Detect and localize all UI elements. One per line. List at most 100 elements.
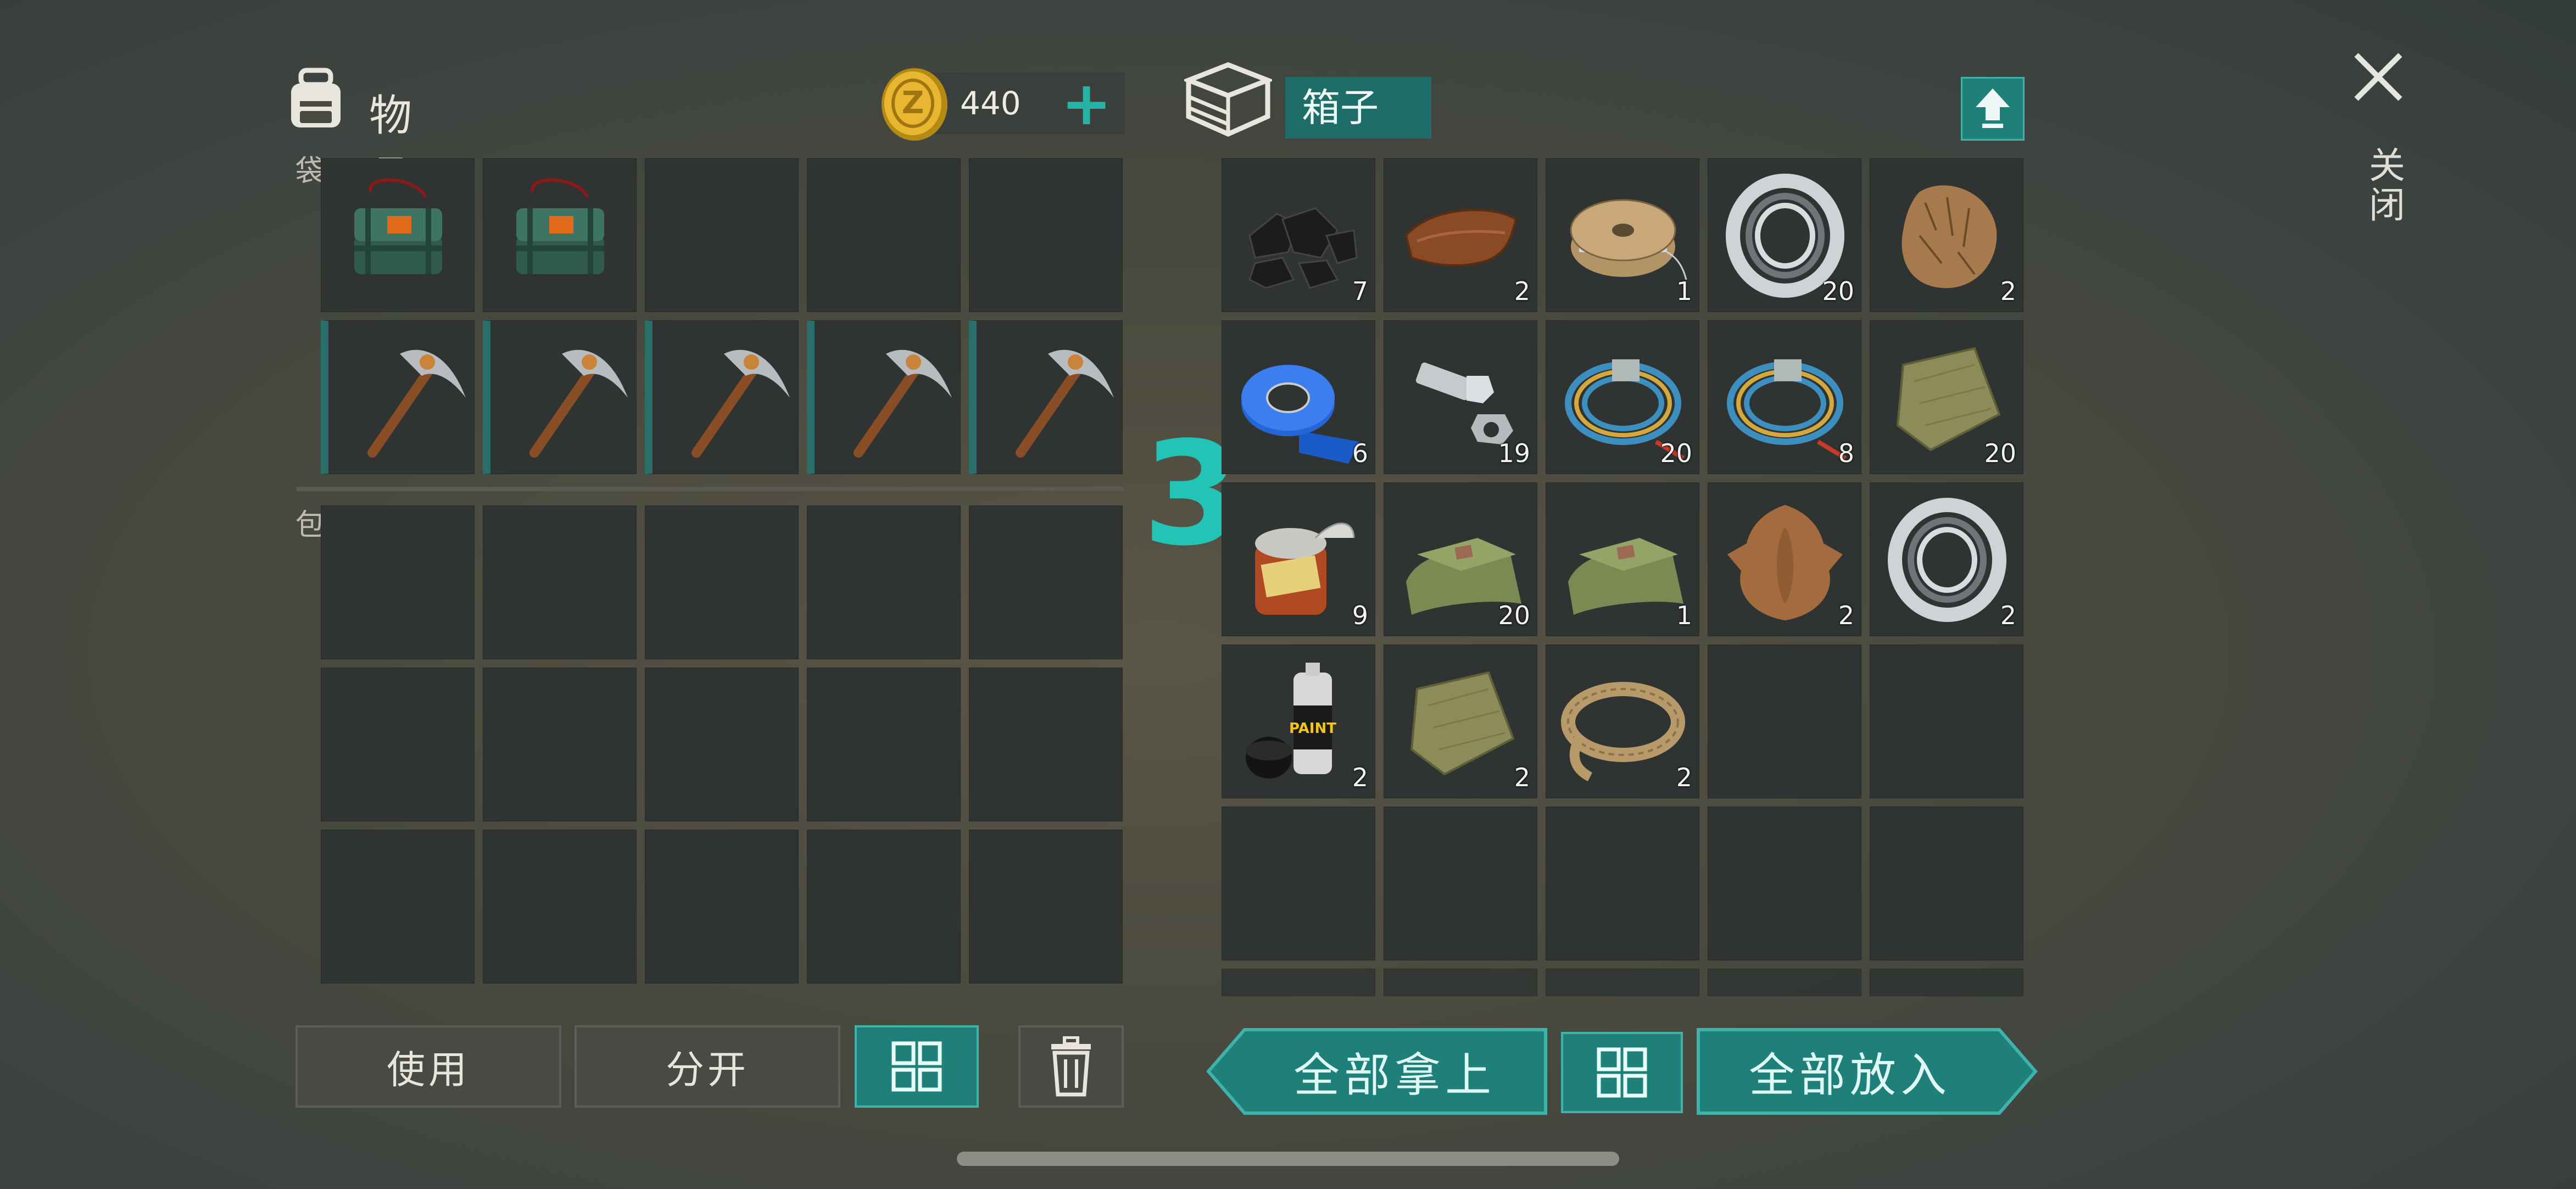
item-count: 2 — [2000, 601, 2016, 630]
container-slot[interactable]: 1 — [1546, 482, 1699, 636]
home-indicator[interactable] — [957, 1152, 1619, 1166]
wire-spool-icon — [1570, 199, 1687, 280]
bearing-icon — [1888, 498, 2006, 622]
container-slot[interactable]: 20 — [1870, 320, 2023, 474]
container-slot[interactable] — [1546, 807, 1699, 960]
container-slot[interactable]: 1 — [1546, 158, 1699, 312]
duct-tape-icon — [1241, 365, 1359, 464]
container-slot[interactable] — [1708, 969, 1861, 996]
backpack-slot[interactable] — [969, 505, 1123, 659]
container-slot[interactable]: 20 — [1546, 320, 1699, 474]
upload-button[interactable] — [1961, 77, 2025, 141]
item-count: 8 — [1838, 438, 1854, 468]
item-count: 6 — [1352, 438, 1368, 468]
container-slot[interactable]: 7 — [1222, 158, 1375, 312]
backpack-slot[interactable] — [483, 668, 637, 821]
pocket-slot[interactable] — [807, 158, 961, 312]
container-slot[interactable]: 20 — [1384, 482, 1537, 636]
container-slot[interactable] — [1546, 969, 1699, 996]
fur-icon — [1902, 185, 1997, 288]
section-divider — [297, 487, 1124, 491]
pocket-slot[interactable] — [969, 158, 1123, 312]
container-slot[interactable]: 2 — [1384, 158, 1537, 312]
pocket-slot[interactable] — [645, 158, 799, 312]
container-slot[interactable]: PAINT 2 — [1222, 644, 1375, 798]
grid-sort-icon — [891, 1041, 942, 1092]
grid-sort-icon — [1597, 1047, 1647, 1098]
container-slot[interactable] — [1708, 807, 1861, 960]
use-button[interactable]: 使用 — [295, 1025, 561, 1108]
close-button[interactable]: 关闭 — [2345, 49, 2411, 236]
sort-container-button[interactable] — [1561, 1032, 1683, 1113]
container-slot[interactable] — [1870, 969, 2023, 996]
backpack-slot[interactable] — [969, 668, 1123, 821]
backpack-slot[interactable] — [321, 505, 475, 659]
container-slot[interactable] — [1384, 969, 1537, 996]
add-coins-button[interactable]: + — [1061, 73, 1112, 134]
arrow-up-icon — [1976, 88, 2010, 128]
sort-inventory-button[interactable] — [855, 1025, 979, 1108]
item-count: 19 — [1498, 438, 1530, 468]
container-slot[interactable] — [1222, 969, 1375, 996]
container-slot[interactable]: 2 — [1708, 482, 1861, 636]
pickaxe-icon — [529, 349, 628, 458]
backpack-slot[interactable] — [483, 830, 637, 984]
item-count: 2 — [1352, 763, 1368, 792]
cloth-icon — [1410, 671, 1515, 776]
backpack-slot[interactable] — [645, 505, 799, 659]
pocket-slot[interactable] — [807, 320, 961, 474]
backpack-slot[interactable] — [483, 505, 637, 659]
pickaxe-icon — [692, 349, 790, 458]
container-slot[interactable]: 6 — [1222, 320, 1375, 474]
container-slot[interactable]: 2 — [1870, 482, 2023, 636]
container-slot[interactable]: 19 — [1384, 320, 1537, 474]
put-all-button[interactable]: 全部放入 — [1696, 1027, 2004, 1115]
fabric-icon — [1568, 538, 1683, 615]
coin-count: 440 — [960, 85, 1021, 122]
pickaxe-icon — [367, 349, 466, 458]
backpack-icon — [291, 68, 341, 127]
backpack-slot[interactable] — [645, 830, 799, 984]
item-count: 2 — [1676, 763, 1692, 792]
spray-paint-icon: PAINT — [1246, 663, 1336, 779]
backpack-slot[interactable] — [321, 830, 475, 984]
pocket-slot[interactable] — [645, 320, 799, 474]
container-slot[interactable]: 2 — [1384, 644, 1537, 798]
backpack-slot[interactable] — [807, 505, 961, 659]
coin-icon: Z — [882, 68, 947, 141]
item-count: 20 — [1660, 438, 1692, 468]
backpack-slot[interactable] — [807, 668, 961, 821]
rope-icon — [1561, 682, 1685, 782]
take-all-button[interactable]: 全部拿上 — [1241, 1027, 1548, 1115]
pocket-slot[interactable] — [483, 158, 637, 312]
item-count: 2 — [2000, 276, 2016, 306]
coal-icon — [1248, 207, 1358, 289]
pocket-slot[interactable] — [321, 158, 475, 312]
svg-text:PAINT: PAINT — [1289, 720, 1336, 737]
canned-food-icon — [1255, 523, 1355, 615]
backpack-slot[interactable] — [969, 830, 1123, 984]
item-count: 2 — [1514, 763, 1530, 792]
container-slot[interactable]: 20 — [1708, 158, 1861, 312]
pocket-slot[interactable] — [321, 320, 475, 474]
container-slot[interactable]: 9 — [1222, 482, 1375, 636]
backpack-slot[interactable] — [321, 668, 475, 821]
item-count: 20 — [1822, 276, 1854, 306]
container-slot[interactable]: 2 — [1546, 644, 1699, 798]
container-slot[interactable]: 2 — [1870, 158, 2023, 312]
item-count: 7 — [1352, 276, 1368, 306]
container-slot[interactable] — [1384, 807, 1537, 960]
close-label: 关闭 — [2363, 146, 2405, 225]
trash-button[interactable] — [1018, 1025, 1124, 1108]
backpack-slot[interactable] — [645, 668, 799, 821]
pocket-slot[interactable] — [483, 320, 637, 474]
split-button[interactable]: 分开 — [575, 1025, 840, 1108]
container-slot[interactable] — [1870, 807, 2023, 960]
container-slot[interactable] — [1222, 807, 1375, 960]
container-slot[interactable] — [1870, 644, 2023, 798]
backpack-slot[interactable] — [807, 830, 961, 984]
pocket-slot[interactable] — [969, 320, 1123, 474]
item-count: 2 — [1838, 601, 1854, 630]
container-slot[interactable]: 8 — [1708, 320, 1861, 474]
container-slot[interactable] — [1708, 644, 1861, 798]
